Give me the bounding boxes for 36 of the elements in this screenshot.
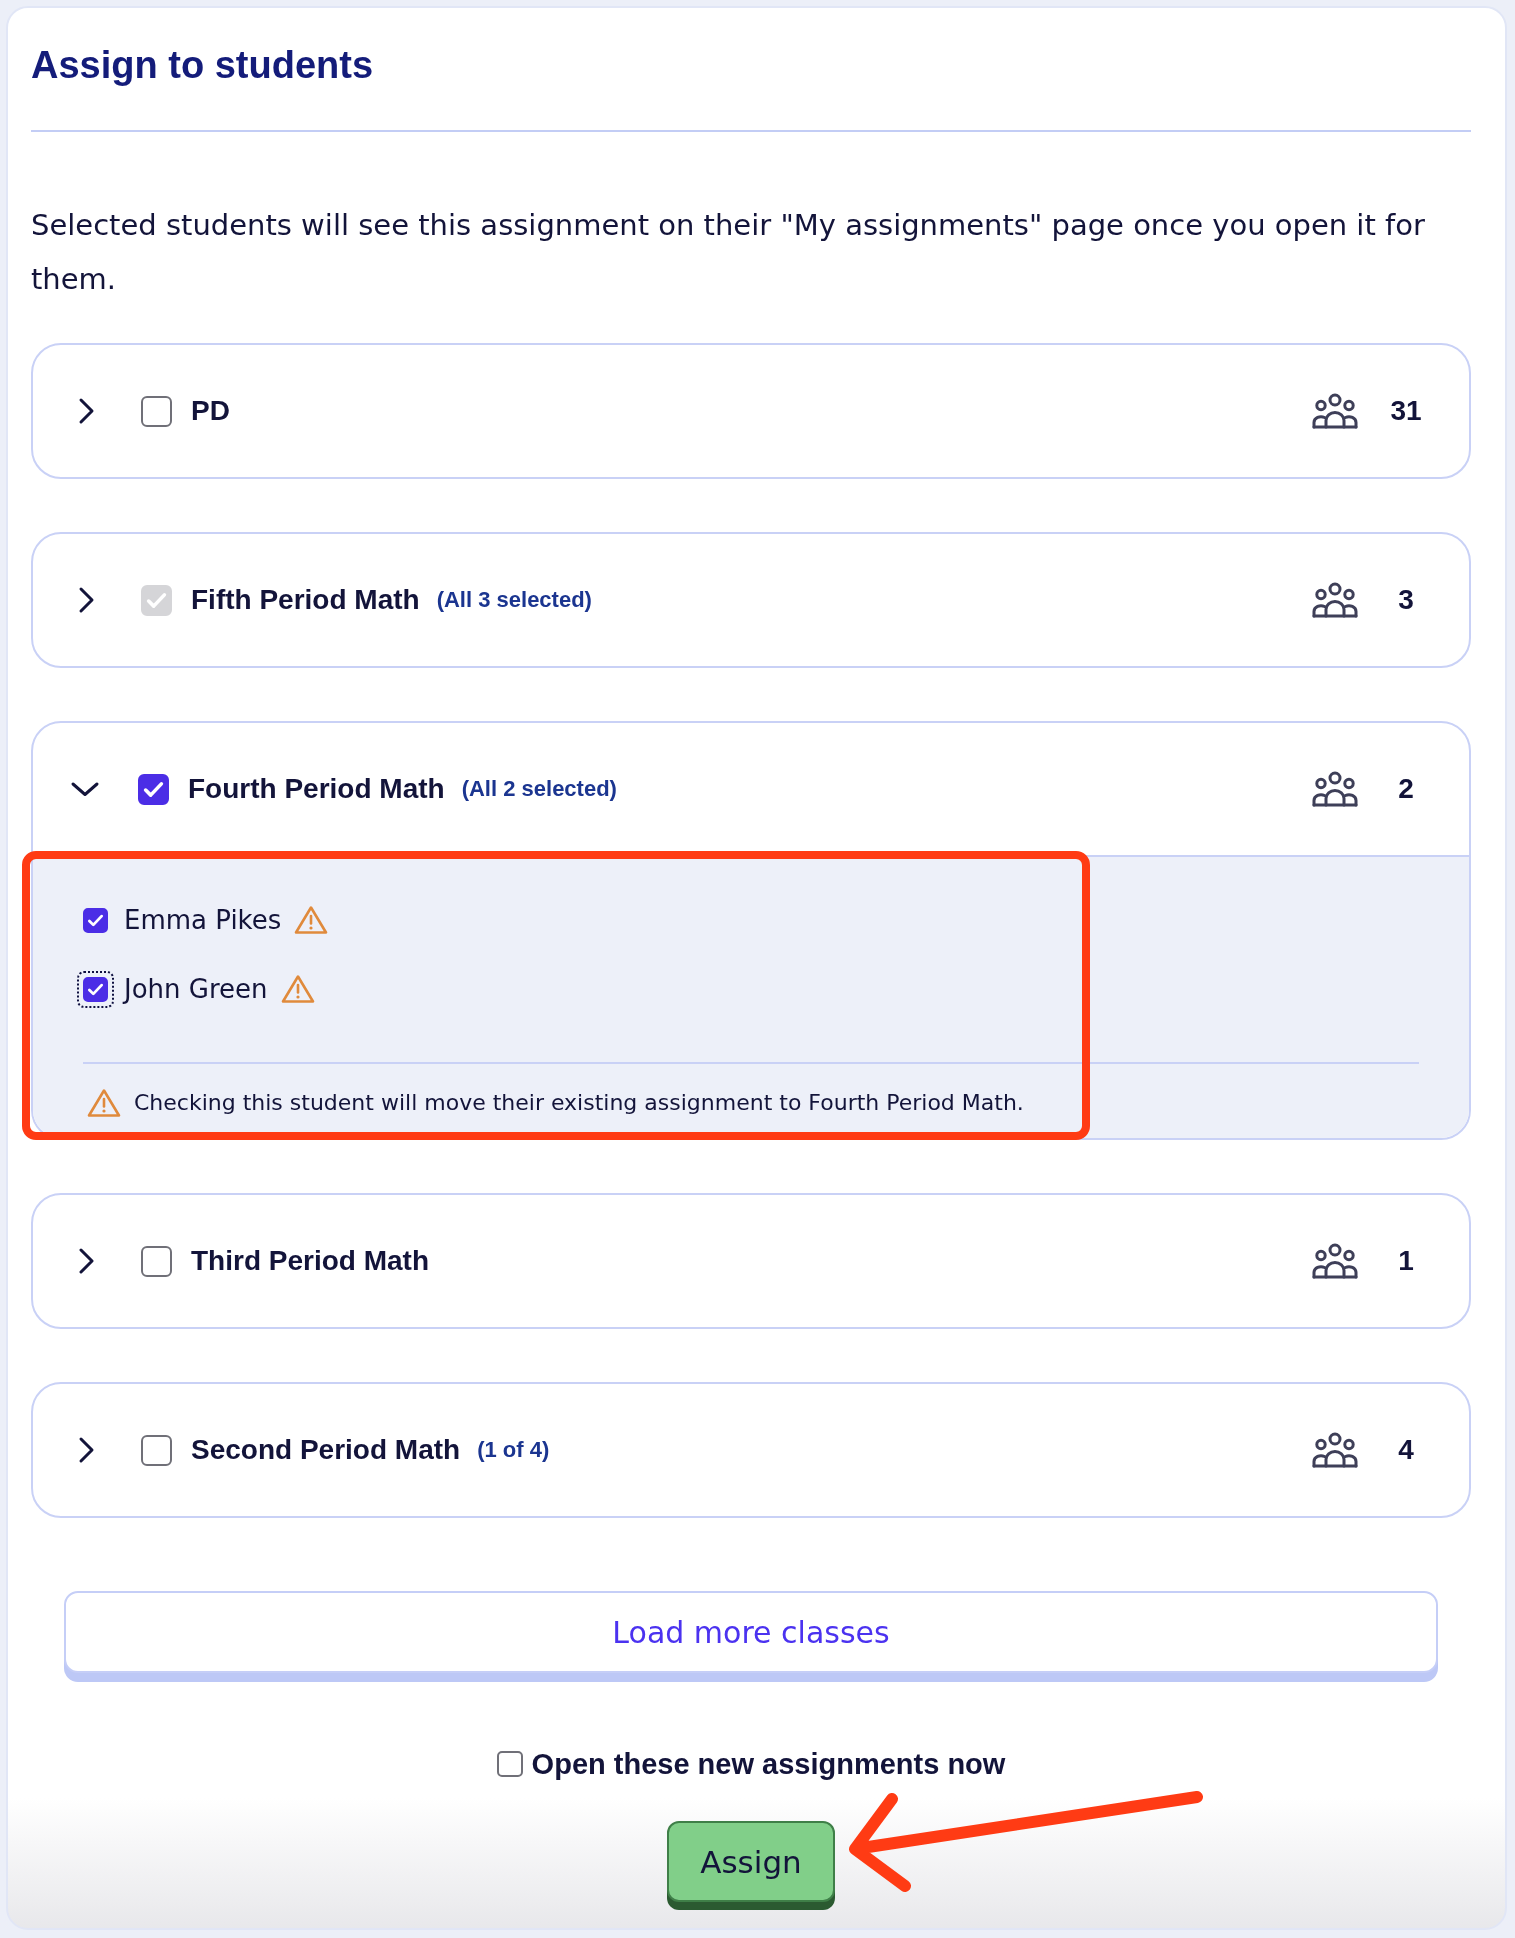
class-checkbox[interactable] xyxy=(141,1434,172,1466)
warning-message: Checking this student will move their existing assignment to Fourth Period Math. xyxy=(134,1089,1024,1117)
description-text: Selected students will see this assignment on their "My assignments" page once you open it for them. xyxy=(31,207,1426,298)
selection-summary: (All 3 selected) xyxy=(436,586,592,614)
class-checkbox[interactable] xyxy=(138,773,169,805)
people-icon xyxy=(1312,771,1358,807)
class-name: Fifth Period Math xyxy=(191,583,420,617)
selection-summary: (1 of 4) xyxy=(477,1436,550,1464)
people-icon xyxy=(1312,1432,1358,1468)
chevron-right-icon[interactable] xyxy=(77,1247,95,1275)
chevron-right-icon[interactable] xyxy=(77,1436,95,1464)
class-name: Second Period Math xyxy=(191,1433,461,1467)
class-name: Fourth Period Math xyxy=(188,772,445,806)
student-checkbox[interactable] xyxy=(83,907,108,933)
student-count: 4 xyxy=(1397,1433,1415,1467)
chevron-right-icon[interactable] xyxy=(77,397,95,425)
student-count: 2 xyxy=(1397,772,1415,806)
student-count: 3 xyxy=(1397,583,1415,617)
class-name: PD xyxy=(191,394,230,428)
open-now-label[interactable]: Open these new assignments now xyxy=(531,1746,1006,1782)
open-now-checkbox[interactable] xyxy=(496,1751,523,1777)
warning-icon xyxy=(86,1087,122,1119)
student-checkbox[interactable] xyxy=(83,976,108,1002)
dialog-title: Assign to students xyxy=(31,43,375,87)
people-icon xyxy=(1312,582,1358,618)
chevron-down-icon[interactable] xyxy=(70,781,100,797)
class-name: Third Period Math xyxy=(191,1244,429,1278)
selection-summary: (All 2 selected) xyxy=(461,775,617,803)
student-count: 31 xyxy=(1389,394,1423,428)
class-checkbox[interactable] xyxy=(141,1245,172,1277)
people-icon xyxy=(1312,1243,1358,1279)
people-icon xyxy=(1312,393,1358,429)
student-count: 1 xyxy=(1397,1244,1415,1278)
student-name: John Green xyxy=(124,973,268,1006)
class-checkbox[interactable] xyxy=(141,395,172,427)
student-name: Emma Pikes xyxy=(124,904,282,937)
